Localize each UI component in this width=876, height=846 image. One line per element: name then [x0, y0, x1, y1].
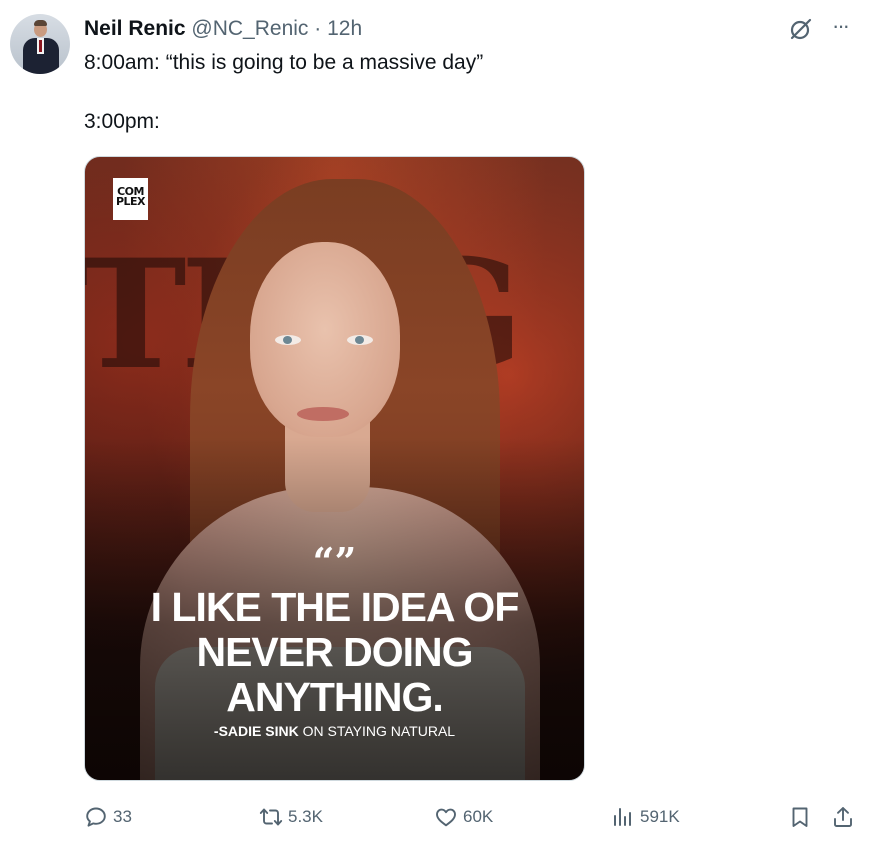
views-icon	[614, 808, 631, 826]
repost-icon	[259, 808, 283, 826]
repost-button[interactable]: 5.3K	[259, 802, 323, 832]
quote-line-3: ANYTHING.	[226, 674, 444, 720]
grok-icon[interactable]	[788, 16, 814, 42]
credit-name: -SADIE SINK	[213, 723, 299, 739]
quote-mark: “”	[312, 539, 357, 584]
avatar[interactable]	[10, 14, 70, 74]
repost-count: 5.3K	[288, 807, 323, 826]
views-button[interactable]: 591K	[611, 802, 680, 832]
more-icon[interactable]: ···	[832, 13, 850, 39]
reply-button[interactable]: 33	[84, 802, 132, 832]
reply-icon	[86, 807, 106, 827]
quote-line-1: I LIKE THE IDEA OF	[150, 584, 520, 630]
bookmark-button[interactable]	[788, 802, 817, 832]
author-handle[interactable]: @NC_Renic	[191, 17, 308, 40]
like-count: 60K	[463, 807, 494, 826]
quote-text: I LIKE THE IDEA OF NEVER DOING ANYTHING.	[85, 585, 584, 720]
separator-dot: ·	[314, 17, 322, 40]
timestamp[interactable]: 12h	[327, 17, 362, 40]
tweet-text-line-1: 8:00am: “this is going to be a massive d…	[84, 51, 484, 74]
bookmark-icon	[792, 807, 808, 827]
like-button[interactable]: 60K	[434, 802, 493, 832]
share-button[interactable]	[831, 802, 860, 832]
tweet-header: Neil Renic @NC_Renic · 12h	[84, 16, 362, 42]
tweet-text-line-2: 3:00pm:	[84, 110, 160, 133]
quote-line-2: NEVER DOING	[196, 629, 473, 675]
share-icon	[834, 807, 852, 827]
author-name[interactable]: Neil Renic	[84, 17, 186, 40]
tweet-media-image[interactable]: TRYG COM PLEX “” I LIKE THE IDEA OF NEVE…	[84, 156, 585, 781]
view-count: 591K	[640, 807, 680, 826]
quote-credit: -SADIE SINK ON STAYING NATURAL	[85, 723, 584, 739]
heart-icon	[436, 808, 456, 827]
reply-count: 33	[113, 807, 132, 826]
complex-logo: COM PLEX	[113, 178, 148, 220]
action-bar: 33 5.3K 60K 591K	[84, 802, 864, 832]
credit-caption: ON STAYING NATURAL	[298, 723, 456, 739]
